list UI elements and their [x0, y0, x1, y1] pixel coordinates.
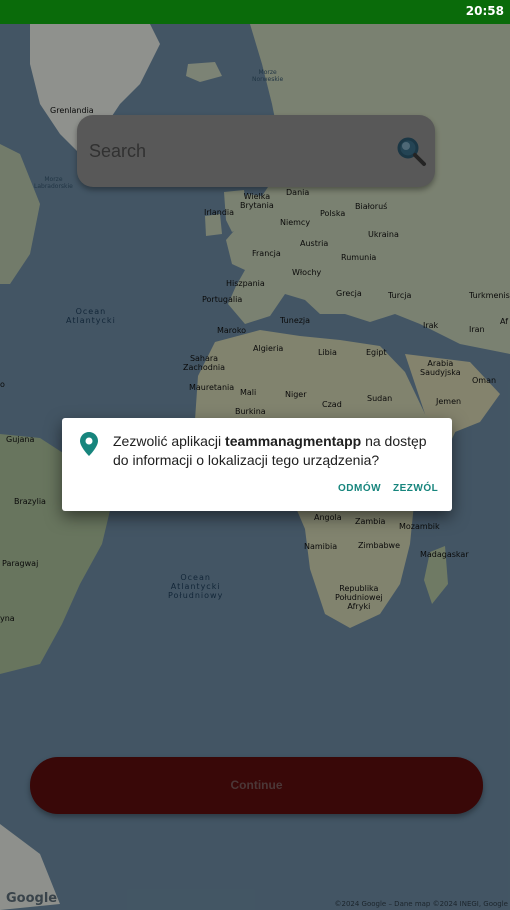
landmass-north-america	[0, 144, 40, 284]
map-label-turkey: Turcja	[388, 291, 412, 300]
map-label-paraguay: Paragwaj	[2, 559, 39, 568]
map-label-saudi-arabia: Arabia Saudyjska	[420, 359, 461, 377]
landmass-iceland	[186, 62, 222, 82]
map-label-mali: Mali	[240, 388, 257, 397]
map-label-guyana: Gujana	[6, 435, 35, 444]
map-attribution[interactable]: ©2024 Google – Dane map ©2024 INEGI, Goo…	[335, 900, 509, 908]
map-label-austria: Austria	[300, 239, 329, 248]
map-label-algeria: Algieria	[253, 344, 284, 353]
map-label-romania: Rumunia	[341, 253, 377, 262]
map-label-great-britain: Wielka Brytania	[240, 192, 274, 210]
map-label-iran: Iran	[469, 325, 485, 334]
status-bar: 20:58	[0, 0, 510, 24]
map-label-norwegian-sea: Morze Norweskie	[252, 69, 284, 83]
dialog-message-prefix: Zezwolić aplikacji	[113, 433, 226, 449]
map-label-atlantic-ocean: Ocean Atlantycki	[66, 307, 116, 325]
allow-button[interactable]: ZEZWÓL	[393, 483, 438, 494]
map-label-south-africa: Republika Południowej Afryki	[335, 584, 383, 611]
map-label-germany: Niemcy	[280, 218, 311, 227]
map-label-labrador-sea: Morze Labradorskie	[34, 176, 73, 190]
map-label-angola: Angola	[314, 513, 342, 522]
map-label-mozambique: Mozambik	[399, 522, 440, 531]
map-label-western-sahara: Sahara Zachodnia	[183, 354, 226, 372]
map-label-libya: Libia	[318, 348, 337, 357]
map-label-france: Francja	[252, 249, 281, 258]
map-label-iraq: Irak	[423, 321, 439, 330]
map-label-edge: o	[0, 380, 5, 389]
map-label-chad: Czad	[322, 400, 342, 409]
continue-button[interactable]: Continue	[30, 757, 483, 814]
map-label-madagascar: Madagaskar	[420, 550, 469, 559]
map-label-greenland: Grenlandia	[50, 106, 94, 115]
google-logo: Google	[6, 891, 58, 906]
map-label-tunisia: Tunezja	[280, 316, 311, 325]
map-label-niger: Niger	[285, 390, 307, 399]
map-label-portugal: Portugalia	[202, 295, 243, 304]
map-label-turkmenistan: Turkmenis	[469, 291, 510, 300]
map-label-argentina: yna	[0, 614, 15, 623]
map-label-ukraine: Ukraina	[368, 230, 399, 239]
map-label-poland: Polska	[320, 209, 346, 218]
map-label-south-atlantic-ocean: Ocean Atlantycki Południowy	[168, 573, 224, 600]
map-label-denmark: Dania	[286, 188, 310, 197]
map-label-egypt: Egipt	[366, 348, 387, 357]
map-label-spain: Hiszpania	[226, 279, 265, 288]
map-label-italy: Włochy	[292, 268, 322, 277]
map-label-oman: Oman	[472, 376, 497, 385]
map-label-mauritania: Mauretania	[189, 383, 235, 392]
map-label-zambia: Zambia	[355, 517, 386, 526]
map-label-afghanistan: Af	[500, 317, 509, 326]
status-time: 20:58	[465, 4, 504, 18]
landmass-ireland	[205, 214, 222, 236]
search-icon[interactable]	[395, 135, 427, 167]
search-input[interactable]: Search	[89, 141, 146, 162]
map-label-burkina: Burkina	[235, 407, 266, 416]
map-label-zimbabwe: Zimbabwe	[358, 541, 401, 550]
dialog-app-name: teammanagmentapp	[225, 433, 362, 449]
location-permission-dialog: Zezwolić aplikacji teammanagmentapp na d…	[62, 418, 452, 511]
location-pin-icon	[80, 432, 98, 456]
search-bar[interactable]: Search	[77, 115, 435, 187]
map-label-sudan: Sudan	[367, 394, 393, 403]
deny-button[interactable]: ODMÓW	[338, 483, 381, 494]
map-label-greece: Grecja	[336, 289, 362, 298]
map-label-namibia: Namibia	[304, 542, 338, 551]
dialog-message: Zezwolić aplikacji teammanagmentapp na d…	[113, 432, 443, 470]
map-label-morocco: Maroko	[217, 326, 247, 335]
map-label-brazil: Brazylia	[14, 497, 46, 506]
map-label-belarus: Białoruś	[355, 202, 388, 211]
map-label-ireland: Irlandia	[204, 208, 235, 217]
map-label-yemen: Jemen	[436, 397, 462, 406]
